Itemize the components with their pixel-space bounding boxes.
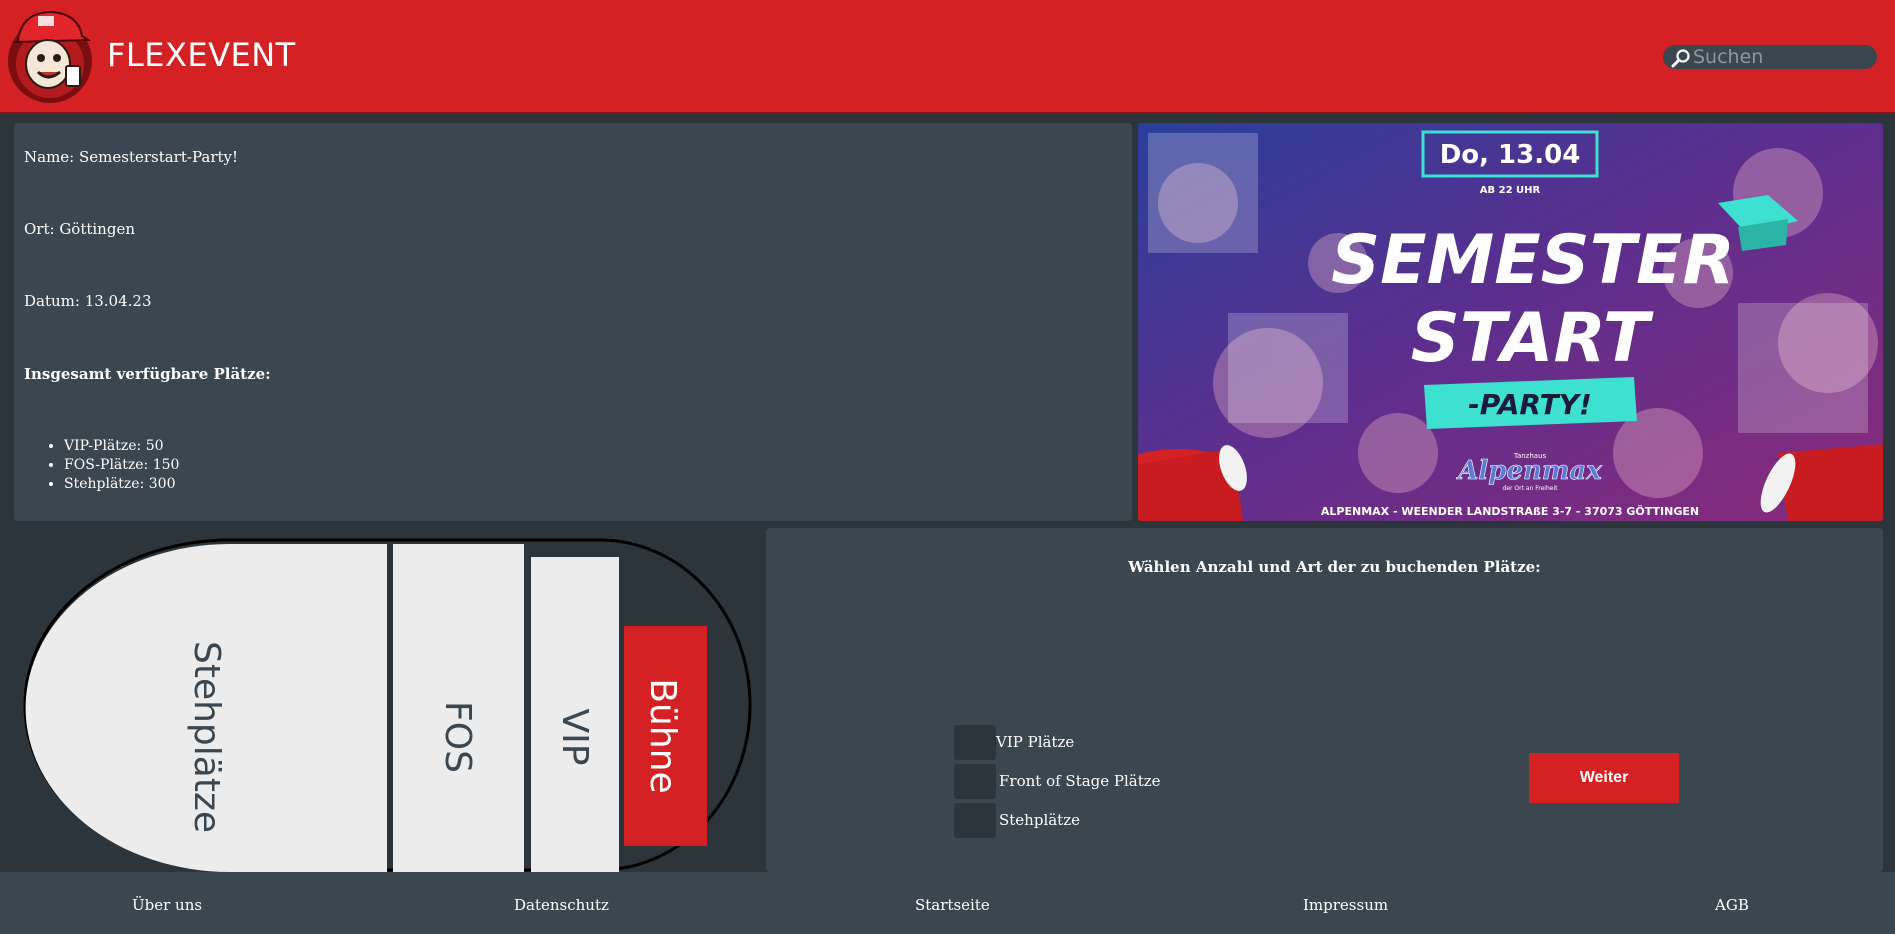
event-poster: Do, 13.04 AB 22 UHR SEMESTER START -PART… xyxy=(1138,123,1883,521)
booking-panel: Wählen Anzahl und Art der zu buchenden P… xyxy=(766,528,1883,872)
footer-link-home[interactable]: Startseite xyxy=(915,896,990,914)
vip-quantity-checkbox[interactable] xyxy=(954,725,996,760)
mascot-logo-icon[interactable] xyxy=(8,6,94,106)
continue-button[interactable]: Weiter xyxy=(1529,753,1679,803)
red-cup-left-icon xyxy=(1138,445,1247,521)
standing-section-label: Stehplätze xyxy=(186,641,227,833)
footer-link-imprint[interactable]: Impressum xyxy=(1303,896,1388,914)
brand-name[interactable]: FLEXEVENT xyxy=(107,36,296,74)
vip-section-label: VIP xyxy=(554,709,595,766)
event-info-panel: Name: Semesterstart-Party! Ort: Göttinge… xyxy=(14,123,1132,521)
fos-section[interactable]: FOS xyxy=(393,544,524,872)
poster-address: ALPENMAX - WEENDER LANDSTRAßE 3-7 - 3707… xyxy=(1321,504,1699,518)
list-item: Stehplätze: 300 xyxy=(64,475,179,494)
poster-date: Do, 13.04 xyxy=(1440,140,1581,170)
poster-venue-logo: Alpenmax xyxy=(1455,456,1602,486)
poster-graphic: Do, 13.04 AB 22 UHR SEMESTER START -PART… xyxy=(1138,123,1883,521)
fos-section-label: FOS xyxy=(437,701,478,773)
poster-subtitle: -PARTY! xyxy=(1468,388,1592,421)
site-footer: Über uns Datenschutz Startseite Impressu… xyxy=(0,872,1895,934)
search-icon[interactable] xyxy=(1671,48,1691,68)
standing-quantity-checkbox[interactable] xyxy=(954,803,996,838)
poster-title-line1: SEMESTER xyxy=(1331,221,1735,300)
fos-quantity-checkbox[interactable] xyxy=(954,764,996,799)
search-box[interactable] xyxy=(1663,45,1877,69)
poster-title-line2: START xyxy=(1411,299,1654,378)
stage-section: Bühne xyxy=(624,626,707,846)
vip-section[interactable]: VIP xyxy=(531,557,619,872)
site-header: FLEXEVENT xyxy=(0,0,1895,114)
event-date: Datum: 13.04.23 xyxy=(24,292,152,310)
vip-option-label: VIP Plätze xyxy=(996,733,1075,751)
venue-seating-map: Stehplätze FOS VIP Bühne xyxy=(0,530,760,872)
poster-venue-tag: der Ort an Freiheit xyxy=(1503,485,1559,492)
footer-link-terms[interactable]: AGB xyxy=(1715,896,1749,914)
booking-title: Wählen Anzahl und Art der zu buchenden P… xyxy=(1128,558,1541,576)
fos-option-label: Front of Stage Plätze xyxy=(999,772,1161,790)
poster-time: AB 22 UHR xyxy=(1480,185,1541,196)
stage-section-label: Bühne xyxy=(642,678,683,793)
seat-availability-list: VIP-Plätze: 50 FOS-Plätze: 150 Stehplätz… xyxy=(64,437,179,494)
list-item: VIP-Plätze: 50 xyxy=(64,437,179,456)
event-location: Ort: Göttingen xyxy=(24,220,135,238)
available-seats-heading: Insgesamt verfügbare Plätze: xyxy=(24,365,271,383)
standing-option-label: Stehplätze xyxy=(999,811,1080,829)
footer-link-about[interactable]: Über uns xyxy=(132,896,202,914)
footer-link-privacy[interactable]: Datenschutz xyxy=(514,896,609,914)
search-input[interactable] xyxy=(1693,45,1871,69)
event-name: Name: Semesterstart-Party! xyxy=(24,148,239,166)
list-item: FOS-Plätze: 150 xyxy=(64,456,179,475)
